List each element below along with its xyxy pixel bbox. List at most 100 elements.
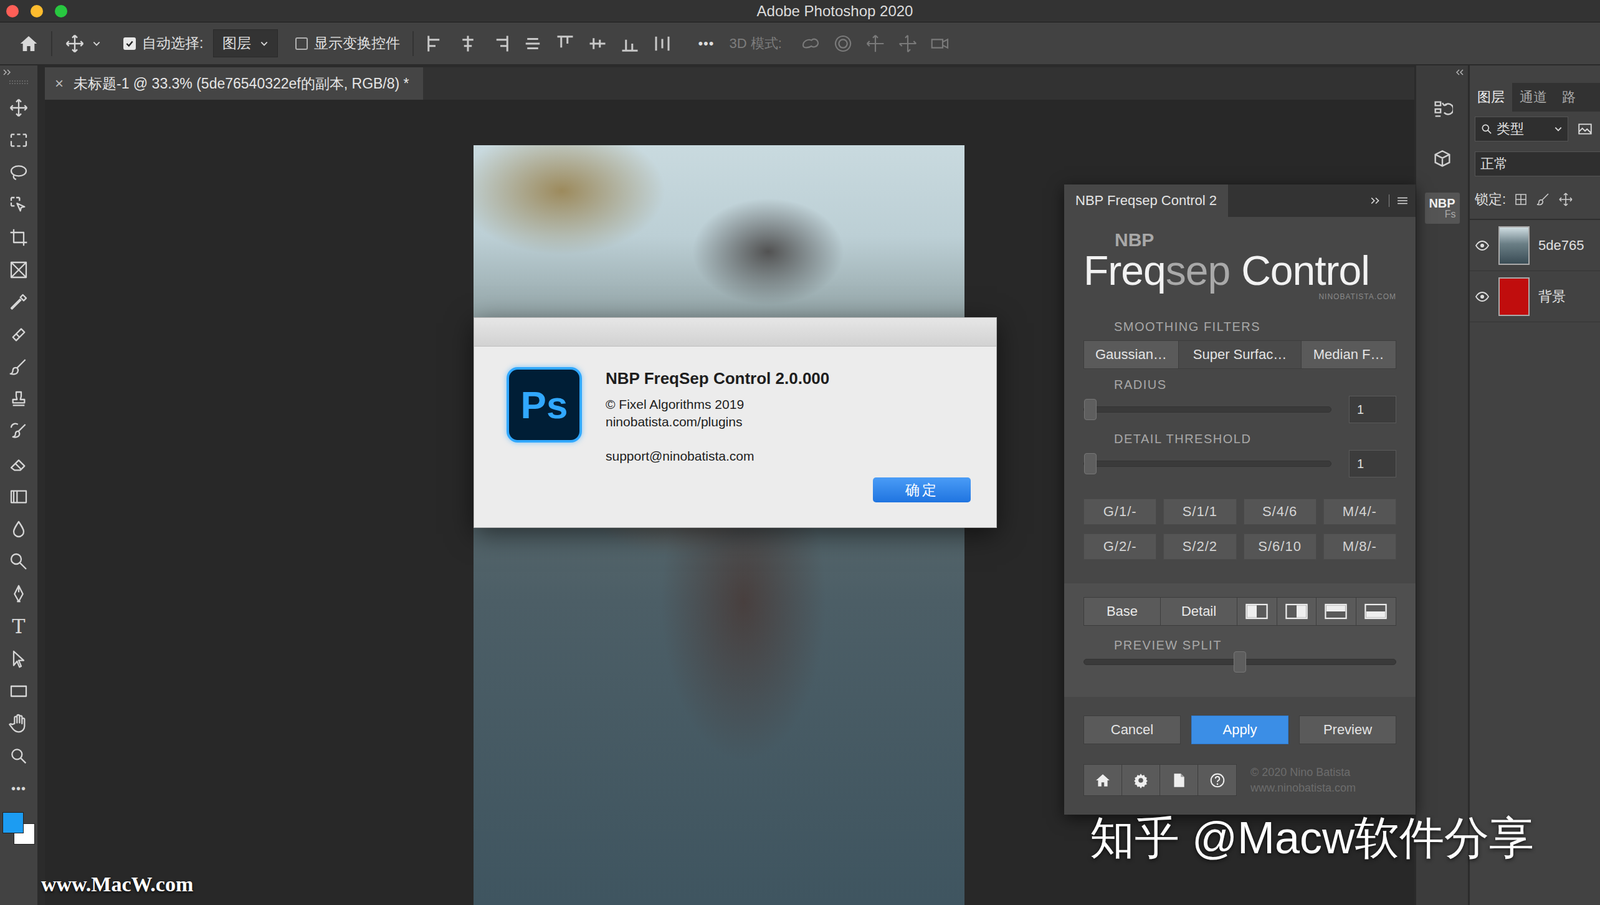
tool-button[interactable] (2, 221, 35, 254)
settings-button[interactable] (1122, 764, 1161, 796)
tool-button[interactable] (2, 545, 35, 578)
tool-button[interactable] (2, 480, 35, 513)
tool-button[interactable] (2, 350, 35, 384)
panel-grip[interactable] (9, 80, 29, 85)
panel-tab[interactable]: 路 (1554, 82, 1584, 112)
slider-track[interactable] (1083, 460, 1332, 467)
document-tab[interactable]: ×未标题-1 @ 33.3% (5de76540322ef的副本, RGB/8)… (44, 67, 424, 100)
view-button[interactable]: Detail (1160, 597, 1238, 625)
panel-tab[interactable]: 通道 (1512, 82, 1555, 112)
preview-split-slider[interactable] (1083, 658, 1397, 665)
more-tools-button[interactable]: ••• (2, 771, 35, 805)
split-button[interactable] (1316, 597, 1357, 625)
lock-transparent-icon[interactable] (1513, 191, 1529, 207)
tool-button[interactable] (2, 253, 35, 286)
panel-tab[interactable]: NBP Freqsep Control 2 (1064, 184, 1229, 217)
nbp-plugin-button[interactable]: NBPFs (1424, 192, 1460, 224)
action-button[interactable]: Apply (1191, 715, 1289, 744)
lock-brush-icon[interactable] (1535, 191, 1551, 207)
filter-dropdown[interactable]: 类型 (1474, 116, 1569, 142)
layer-row[interactable]: 5de765 (1469, 219, 1600, 272)
tool-button[interactable] (2, 383, 35, 416)
tool-button[interactable] (2, 707, 35, 740)
preset-button[interactable]: G/1/- (1083, 498, 1157, 525)
preset-button[interactable]: S/6/10 (1243, 533, 1317, 560)
slider-thumb[interactable] (1084, 398, 1097, 420)
align-icon[interactable] (620, 34, 640, 53)
align-icon[interactable] (652, 34, 672, 53)
help-button[interactable] (1198, 764, 1237, 796)
tool-button[interactable] (2, 642, 35, 675)
preset-button[interactable]: M/8/- (1323, 533, 1397, 560)
preset-button[interactable]: M/4/- (1323, 498, 1397, 525)
move-tool-icon[interactable] (64, 33, 85, 54)
slider-track[interactable] (1083, 406, 1332, 413)
action-button[interactable]: Preview (1299, 715, 1397, 744)
slider-thumb[interactable] (1233, 651, 1247, 673)
split-button[interactable] (1356, 597, 1396, 625)
close-button[interactable] (6, 4, 19, 18)
document-button[interactable] (1160, 764, 1199, 796)
image-filter-icon[interactable] (1576, 120, 1594, 138)
align-icon[interactable] (426, 34, 445, 53)
align-icon[interactable] (490, 34, 510, 53)
ok-button[interactable]: 确定 (872, 477, 971, 503)
align-icon[interactable] (523, 34, 543, 53)
minimize-button[interactable] (30, 4, 43, 18)
filter-button[interactable]: Gaussian… (1084, 340, 1179, 369)
layer-row[interactable]: 背景 (1469, 271, 1600, 323)
slider-value[interactable]: 1 (1348, 449, 1397, 478)
lock-move-icon[interactable] (1558, 191, 1574, 207)
auto-select-dropdown[interactable]: 图层 (213, 29, 278, 58)
preset-button[interactable]: S/4/6 (1243, 498, 1317, 525)
tool-button[interactable] (2, 91, 35, 124)
home-button[interactable] (1084, 764, 1123, 796)
chevron-down-icon[interactable] (92, 39, 101, 48)
visibility-toggle[interactable] (1469, 289, 1495, 305)
align-icon[interactable] (555, 34, 575, 53)
split-button[interactable] (1237, 597, 1278, 625)
tool-button[interactable] (2, 415, 35, 448)
visibility-toggle[interactable] (1469, 238, 1495, 253)
align-icon[interactable] (458, 34, 478, 53)
panel-tab[interactable]: 图层 (1469, 82, 1513, 112)
slider-thumb[interactable] (1084, 452, 1097, 475)
split-button[interactable] (1277, 597, 1318, 625)
filter-button[interactable]: Median F… (1301, 340, 1396, 369)
home-icon[interactable] (18, 33, 39, 54)
zoom-button[interactable] (54, 4, 68, 18)
tool-button[interactable] (2, 674, 35, 708)
filter-button[interactable]: Super Surfac… (1178, 340, 1302, 369)
tool-button[interactable] (2, 577, 35, 610)
more-button[interactable]: ••• (697, 35, 715, 52)
color-swatch[interactable] (2, 811, 24, 834)
tool-button[interactable] (2, 318, 35, 351)
preset-button[interactable]: S/2/2 (1163, 533, 1237, 560)
tool-button[interactable] (2, 156, 35, 189)
tool-button[interactable] (2, 188, 35, 222)
collapse-chevrons-icon[interactable] (2, 69, 13, 76)
collapse-chevrons-icon[interactable] (1454, 69, 1465, 76)
slider-value[interactable]: 1 (1348, 395, 1397, 424)
tool-button[interactable] (2, 739, 35, 772)
tool-button[interactable] (2, 512, 35, 546)
history-button[interactable] (1426, 92, 1459, 126)
preset-button[interactable]: G/2/- (1083, 533, 1157, 560)
blend-mode-dropdown[interactable]: 正常 (1474, 151, 1600, 177)
tool-button[interactable] (2, 285, 35, 319)
tool-button[interactable]: T (2, 609, 35, 643)
menu-icon[interactable] (1396, 196, 1409, 205)
expand-chevrons-icon[interactable] (1370, 196, 1382, 205)
tool-button[interactable] (2, 447, 35, 481)
action-button[interactable]: Cancel (1083, 715, 1181, 744)
preset-button[interactable]: S/1/1 (1163, 498, 1237, 525)
view-button[interactable]: Base (1084, 597, 1161, 625)
eye-icon (1474, 238, 1490, 253)
auto-select-checkbox[interactable] (123, 37, 136, 50)
tool-button[interactable] (2, 123, 35, 157)
3d-panel-button[interactable] (1426, 142, 1459, 176)
align-icon[interactable] (588, 34, 607, 53)
show-transform-checkbox[interactable] (295, 37, 308, 50)
close-tab-button[interactable]: × (54, 74, 64, 93)
dialog-title-bar[interactable] (474, 317, 997, 347)
